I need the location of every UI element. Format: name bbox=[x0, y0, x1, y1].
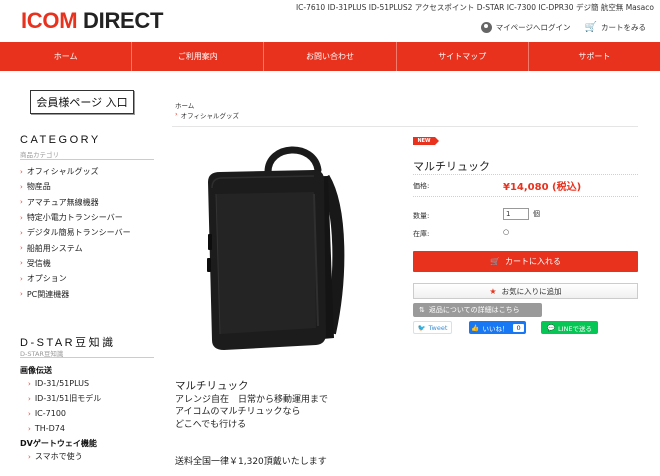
category-item[interactable]: › アマチュア無線機器 bbox=[20, 195, 131, 210]
product-image-backpack[interactable] bbox=[196, 138, 346, 358]
chevron-right-icon: › bbox=[20, 259, 23, 268]
quantity-unit: 個 bbox=[533, 210, 540, 218]
chevron-right-icon: › bbox=[20, 228, 23, 237]
twitter-icon: 🐦 bbox=[417, 323, 426, 332]
nav-support[interactable]: サポート bbox=[529, 42, 660, 71]
shipping-note: 送料全国一律￥1,320頂戴いたします bbox=[175, 457, 327, 467]
divider bbox=[413, 174, 638, 175]
chevron-right-icon: › bbox=[20, 167, 23, 176]
line-icon: 💬 bbox=[546, 323, 556, 332]
category-item[interactable]: › デジタル簡易トランシーバー bbox=[20, 225, 131, 240]
breadcrumb-current[interactable]: › オフィシャルグッズ bbox=[175, 110, 239, 120]
description-line: アレンジ自在 日常から移動運用まで bbox=[175, 394, 329, 405]
view-cart-link[interactable]: 🛒 カートをみる bbox=[585, 22, 646, 33]
star-icon: ★ bbox=[489, 286, 497, 296]
chevron-right-icon: › bbox=[28, 424, 31, 433]
line-share-button[interactable]: 💬 LINEで送る bbox=[541, 321, 598, 334]
thumbs-up-icon: 👍 bbox=[471, 323, 480, 332]
price-label: 価格: bbox=[413, 182, 430, 190]
divider bbox=[413, 196, 638, 197]
add-to-cart-button[interactable]: 🛒 カートに入れる bbox=[413, 251, 638, 272]
chevron-right-icon: › bbox=[20, 274, 23, 283]
main-nav: ホーム ご利用案内 お問い合わせ サイトマップ サポート bbox=[0, 42, 660, 71]
dstar-item[interactable]: › IC-7100 bbox=[28, 406, 101, 421]
breadcrumb-home[interactable]: ホーム bbox=[175, 100, 194, 110]
divider bbox=[20, 357, 154, 358]
dv-gateway-heading: DVゲートウェイ機能 bbox=[20, 439, 97, 448]
category-item[interactable]: › 特定小電力トランシーバー bbox=[20, 210, 131, 225]
cart-icon: 🛒 bbox=[490, 257, 500, 266]
product-description: マルチリュック アレンジ自在 日常から移動運用まで アイコムのマルチリュックなら… bbox=[175, 380, 328, 431]
category-item[interactable]: › 船舶用システム bbox=[20, 240, 131, 255]
category-item[interactable]: › PC関連機器 bbox=[20, 286, 131, 301]
divider bbox=[20, 159, 154, 160]
site-logo[interactable]: ICOM DIRECT bbox=[21, 8, 163, 34]
mypage-login-link[interactable]: マイページへログイン bbox=[480, 22, 571, 33]
like-count: 0 bbox=[513, 323, 524, 332]
chevron-right-icon: › bbox=[20, 182, 23, 191]
category-item[interactable]: › 物産品 bbox=[20, 179, 131, 194]
image-transfer-list: › ID-31/51PLUS › ID-31/51旧モデル › IC-7100 › TH… bbox=[28, 376, 101, 436]
chevron-right-icon: › bbox=[20, 290, 23, 299]
nav-home[interactable]: ホーム bbox=[0, 42, 133, 71]
arrows-icon: ⇅ bbox=[419, 306, 425, 314]
category-heading: CATEGORY bbox=[20, 134, 101, 146]
nav-contact[interactable]: お問い合わせ bbox=[264, 42, 397, 71]
category-item[interactable]: › オプション bbox=[20, 271, 131, 286]
description-title: マルチリュック bbox=[175, 380, 249, 392]
chevron-right-icon: › bbox=[20, 198, 23, 207]
chevron-right-icon: › bbox=[28, 409, 31, 418]
top-product-links[interactable]: IC-7610 ID-31PLUS ID-51PLUS2 アクセスポイント D-… bbox=[296, 2, 654, 13]
category-item[interactable]: › オフィシャルグッズ bbox=[20, 164, 131, 179]
chevron-right-icon: › bbox=[20, 213, 23, 222]
quantity-input[interactable]: 1 bbox=[503, 208, 529, 220]
user-nav: マイページへログイン 🛒 カートをみる bbox=[480, 22, 646, 33]
new-badge: NEW bbox=[413, 137, 439, 145]
chevron-right-icon: › bbox=[28, 452, 31, 461]
image-transfer-heading: 画像伝送 bbox=[20, 366, 52, 375]
cart-icon: 🛒 bbox=[584, 22, 597, 33]
divider bbox=[172, 126, 638, 127]
tweet-button[interactable]: 🐦 Tweet bbox=[413, 321, 452, 334]
dstar-item[interactable]: › スマホで使う bbox=[28, 449, 83, 464]
product-price: ¥14,080 (税込) bbox=[503, 182, 582, 193]
chevron-right-icon: › bbox=[175, 110, 178, 118]
dv-gateway-list: › スマホで使う bbox=[28, 449, 83, 464]
description-line: どこへでも行ける bbox=[175, 419, 247, 430]
nav-guide[interactable]: ご利用案内 bbox=[132, 42, 265, 71]
nav-sitemap[interactable]: サイトマップ bbox=[397, 42, 529, 71]
category-item[interactable]: › 受信機 bbox=[20, 256, 131, 271]
facebook-like-button[interactable]: 👍 いいね！ 0 bbox=[469, 321, 526, 334]
category-list: › オフィシャルグッズ › 物産品 › アマチュア無線機器 › 特定小電力トランシーバー… bbox=[20, 164, 131, 302]
quantity-label: 数量: bbox=[413, 212, 430, 220]
stock-status: ○ bbox=[503, 228, 510, 236]
user-icon bbox=[480, 22, 492, 33]
member-page-button[interactable]: 会員様ページ 入口 bbox=[30, 90, 134, 114]
dstar-item[interactable]: › ID-31/51PLUS bbox=[28, 376, 101, 391]
return-info-button[interactable]: ⇅ 返品についての詳細はこちら bbox=[413, 303, 542, 317]
category-subheading: 商品カテゴリ bbox=[20, 151, 59, 159]
product-name: マルチリュック bbox=[413, 160, 490, 173]
stock-label: 在庫: bbox=[413, 230, 430, 238]
add-to-favorites-button[interactable]: ★ お気に入りに追加 bbox=[413, 283, 638, 299]
description-line: アイコムのマルチリュックなら bbox=[175, 407, 301, 417]
dstar-item[interactable]: › ID-31/51旧モデル bbox=[28, 391, 101, 406]
chevron-right-icon: › bbox=[28, 379, 31, 388]
chevron-right-icon: › bbox=[20, 244, 23, 253]
chevron-right-icon: › bbox=[28, 394, 31, 403]
dstar-item[interactable]: › TH-D74 bbox=[28, 421, 101, 436]
